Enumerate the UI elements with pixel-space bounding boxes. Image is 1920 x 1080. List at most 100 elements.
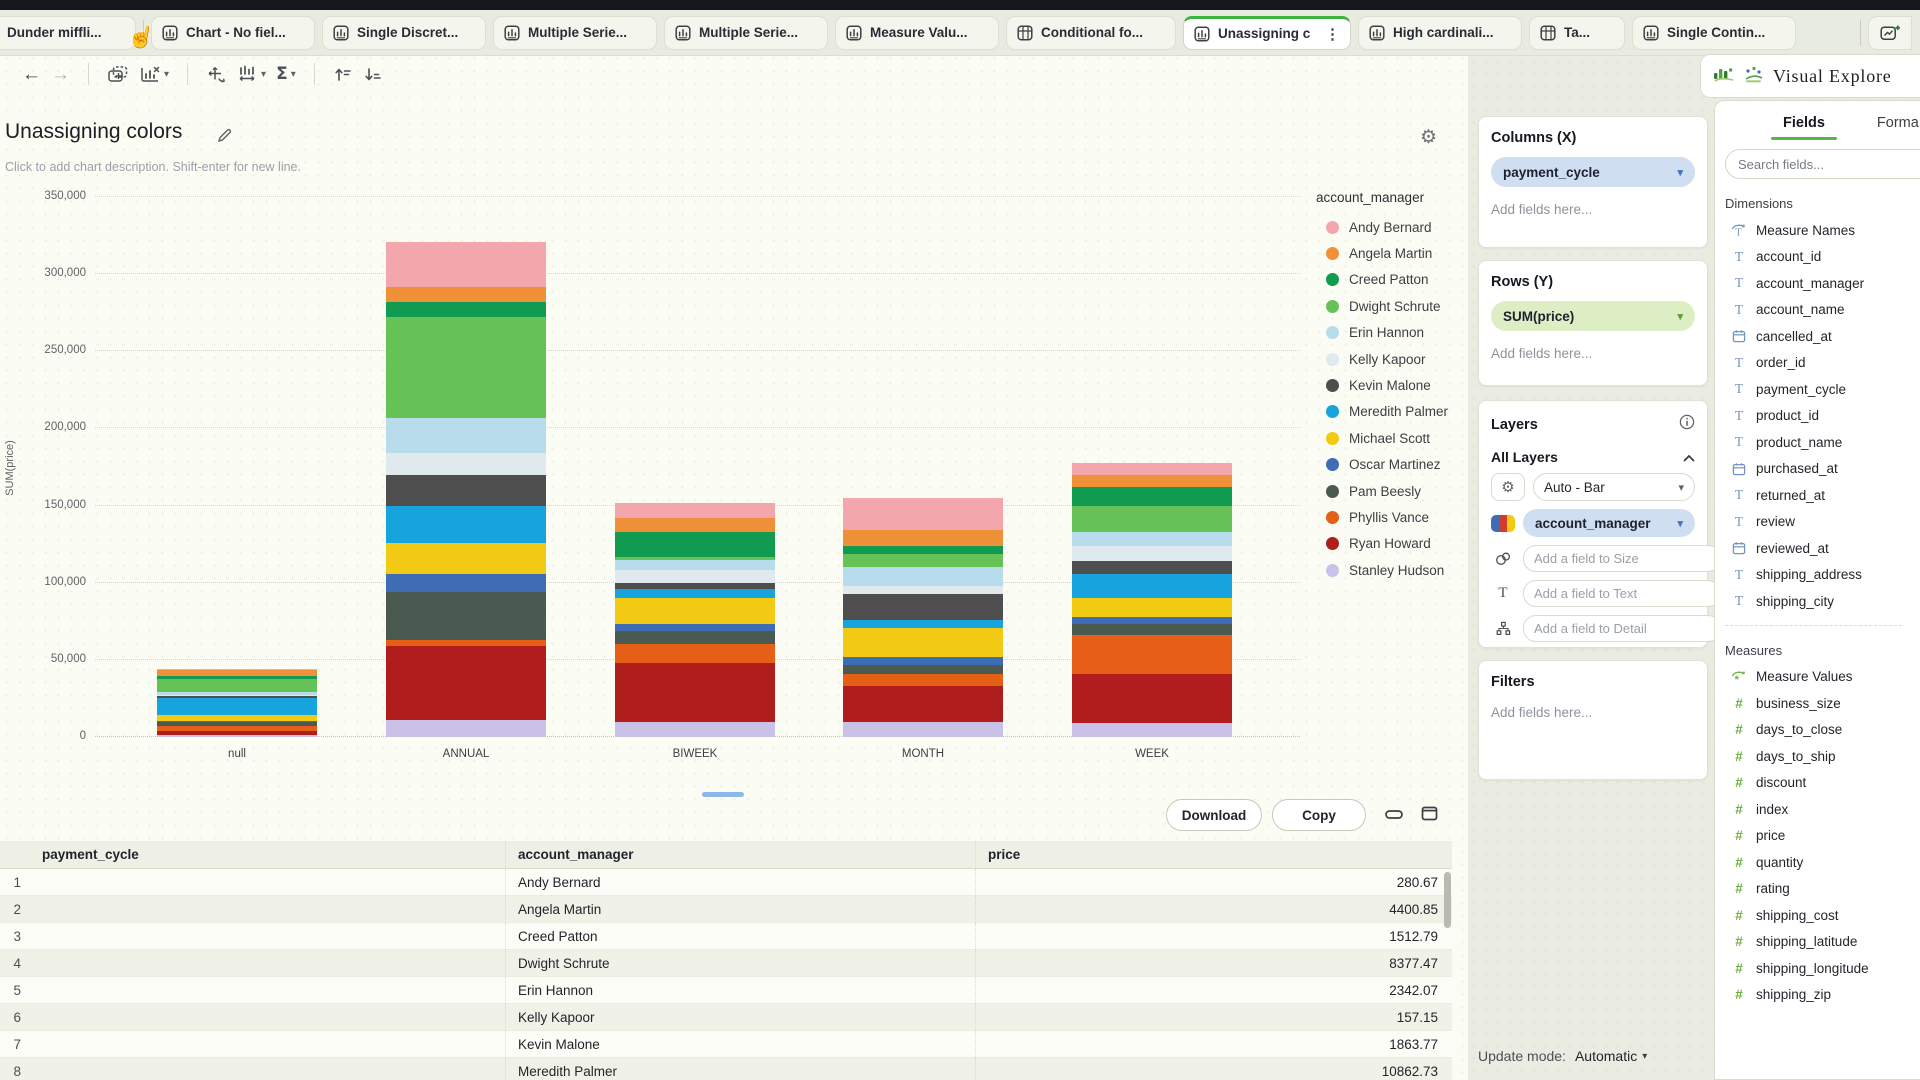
columns-field-pill[interactable]: payment_cycle ▾ bbox=[1491, 157, 1695, 187]
legend-item[interactable]: Pam Beesly bbox=[1316, 478, 1468, 504]
chart-tab[interactable]: Measure Valu... bbox=[835, 16, 999, 50]
field-item[interactable]: #days_to_close bbox=[1725, 717, 1920, 744]
bar-segment[interactable] bbox=[1072, 506, 1232, 532]
download-button[interactable]: Download bbox=[1166, 799, 1262, 831]
field-item[interactable]: Tproduct_name bbox=[1725, 429, 1920, 456]
bar-segment[interactable] bbox=[1072, 487, 1232, 506]
field-item[interactable]: #shipping_longitude bbox=[1725, 955, 1920, 982]
stacked-bar-MONTH[interactable] bbox=[843, 498, 1003, 737]
sort-descending-button[interactable] bbox=[363, 66, 383, 83]
field-item[interactable]: Treview bbox=[1725, 509, 1920, 536]
stacked-bar-WEEK[interactable] bbox=[1072, 463, 1232, 737]
bar-segment[interactable] bbox=[843, 567, 1003, 586]
bar-segment[interactable] bbox=[615, 503, 775, 518]
bar-segment[interactable] bbox=[1072, 723, 1232, 737]
bar-segment[interactable] bbox=[386, 592, 546, 640]
bar-segment[interactable] bbox=[1072, 475, 1232, 487]
legend-item[interactable]: Stanley Hudson bbox=[1316, 557, 1468, 583]
legend-item[interactable]: Kelly Kapoor bbox=[1316, 346, 1468, 372]
bar-segment[interactable] bbox=[843, 722, 1003, 737]
bar-segment[interactable] bbox=[386, 302, 546, 317]
bar-segment[interactable] bbox=[1072, 546, 1232, 561]
table-vertical-scrollbar[interactable] bbox=[1444, 872, 1451, 928]
size-field-input[interactable] bbox=[1523, 545, 1721, 572]
bar-segment[interactable] bbox=[386, 287, 546, 302]
bar-size-button[interactable]: ▾ bbox=[236, 65, 266, 83]
table-row[interactable]: 5 Erin Hannon 2342.07 bbox=[0, 977, 1452, 1004]
duplicate-chart-button[interactable] bbox=[107, 65, 129, 83]
bar-segment[interactable] bbox=[386, 646, 546, 720]
bar-segment[interactable] bbox=[615, 560, 775, 571]
bar-segment[interactable] bbox=[615, 570, 775, 582]
legend-item[interactable]: Michael Scott bbox=[1316, 425, 1468, 451]
legend-item[interactable]: Kevin Malone bbox=[1316, 372, 1468, 398]
field-item[interactable]: purchased_at bbox=[1725, 456, 1920, 483]
field-item[interactable]: reviewed_at bbox=[1725, 535, 1920, 562]
rows-field-pill[interactable]: SUM(price) ▾ bbox=[1491, 301, 1695, 331]
mark-settings-gear-icon[interactable]: ⚙ bbox=[1491, 473, 1525, 501]
legend-item[interactable]: Oscar Martinez bbox=[1316, 452, 1468, 478]
field-item[interactable]: Tproduct_id bbox=[1725, 403, 1920, 430]
bar-segment[interactable] bbox=[843, 594, 1003, 620]
table-row[interactable]: 4 Dwight Schrute 8377.47 bbox=[0, 950, 1452, 977]
legend-item[interactable]: Erin Hannon bbox=[1316, 320, 1468, 346]
bar-segment[interactable] bbox=[386, 242, 546, 287]
table-row[interactable]: 1 Andy Bernard 280.67 bbox=[0, 869, 1452, 896]
bar-segment[interactable] bbox=[1072, 463, 1232, 475]
chart-tab[interactable]: Unassigning c...⋮ bbox=[1183, 16, 1351, 50]
column-header[interactable]: price bbox=[975, 841, 1452, 868]
copy-button[interactable]: Copy bbox=[1272, 799, 1366, 831]
field-item[interactable]: #shipping_zip bbox=[1725, 982, 1920, 1009]
legend-item[interactable]: Andy Bernard bbox=[1316, 214, 1468, 240]
bar-segment[interactable] bbox=[843, 665, 1003, 674]
bar-segment[interactable] bbox=[157, 679, 317, 692]
field-item[interactable]: *Measure Values bbox=[1725, 664, 1920, 691]
field-item[interactable]: Tpayment_cycle bbox=[1725, 376, 1920, 403]
bar-segment[interactable] bbox=[843, 546, 1003, 554]
info-icon[interactable] bbox=[1679, 414, 1695, 435]
table-row[interactable]: 8 Meredith Palmer 10862.73 bbox=[0, 1058, 1452, 1080]
chart-tab[interactable]: Ta... bbox=[1529, 16, 1625, 50]
chart-description-placeholder[interactable]: Click to add chart description. Shift-en… bbox=[5, 160, 301, 174]
bar-segment[interactable] bbox=[386, 720, 546, 737]
bar-segment[interactable] bbox=[157, 698, 317, 715]
field-item[interactable]: #discount bbox=[1725, 770, 1920, 797]
bar-segment[interactable] bbox=[843, 628, 1003, 657]
field-item[interactable]: #index bbox=[1725, 796, 1920, 823]
field-item[interactable]: Taccount_name bbox=[1725, 297, 1920, 324]
bar-segment[interactable] bbox=[1072, 617, 1232, 625]
field-item[interactable]: #shipping_latitude bbox=[1725, 929, 1920, 956]
bar-segment[interactable] bbox=[386, 453, 546, 475]
field-item[interactable]: cancelled_at bbox=[1725, 323, 1920, 350]
field-item[interactable]: Treturned_at bbox=[1725, 482, 1920, 509]
color-field-pill[interactable]: account_manager ▾ bbox=[1523, 509, 1695, 537]
edit-title-pencil-icon[interactable] bbox=[216, 127, 233, 149]
back-button[interactable]: ← bbox=[22, 65, 41, 84]
bar-segment[interactable] bbox=[157, 670, 317, 677]
bar-segment[interactable] bbox=[1072, 561, 1232, 573]
legend-item[interactable]: Meredith Palmer bbox=[1316, 399, 1468, 425]
bar-segment[interactable] bbox=[843, 674, 1003, 686]
bar-segment[interactable] bbox=[1072, 674, 1232, 723]
field-item[interactable]: TMeasure Names bbox=[1725, 217, 1920, 244]
legend-item[interactable]: Creed Patton bbox=[1316, 267, 1468, 293]
field-item[interactable]: Taccount_manager bbox=[1725, 270, 1920, 297]
field-item[interactable]: #rating bbox=[1725, 876, 1920, 903]
table-row[interactable]: 2 Angela Martin 4400.85 bbox=[0, 896, 1452, 923]
bar-segment[interactable] bbox=[843, 620, 1003, 628]
maximize-table-icon[interactable] bbox=[1420, 806, 1440, 827]
collapse-chevron-icon[interactable] bbox=[1683, 449, 1695, 465]
table-row[interactable]: 3 Creed Patton 1512.79 bbox=[0, 923, 1452, 950]
legend-item[interactable]: Ryan Howard bbox=[1316, 531, 1468, 557]
fields-panel-tab-fields[interactable]: Fields bbox=[1783, 115, 1825, 131]
bar-segment[interactable] bbox=[615, 518, 775, 532]
chevron-down-icon[interactable]: ▾ bbox=[291, 69, 296, 80]
legend-item[interactable]: Dwight Schrute bbox=[1316, 293, 1468, 319]
chevron-down-icon[interactable]: ▾ bbox=[1677, 310, 1683, 323]
bar-segment[interactable] bbox=[843, 686, 1003, 721]
chart-horizontal-scrollbar[interactable] bbox=[702, 792, 744, 797]
chart-tab[interactable]: Multiple Serie... bbox=[493, 16, 657, 50]
update-mode-select[interactable]: Automatic ▾ bbox=[1575, 1048, 1647, 1064]
chart-tab[interactable]: Chart - No fiel... bbox=[151, 16, 315, 50]
bar-segment[interactable] bbox=[843, 586, 1003, 594]
